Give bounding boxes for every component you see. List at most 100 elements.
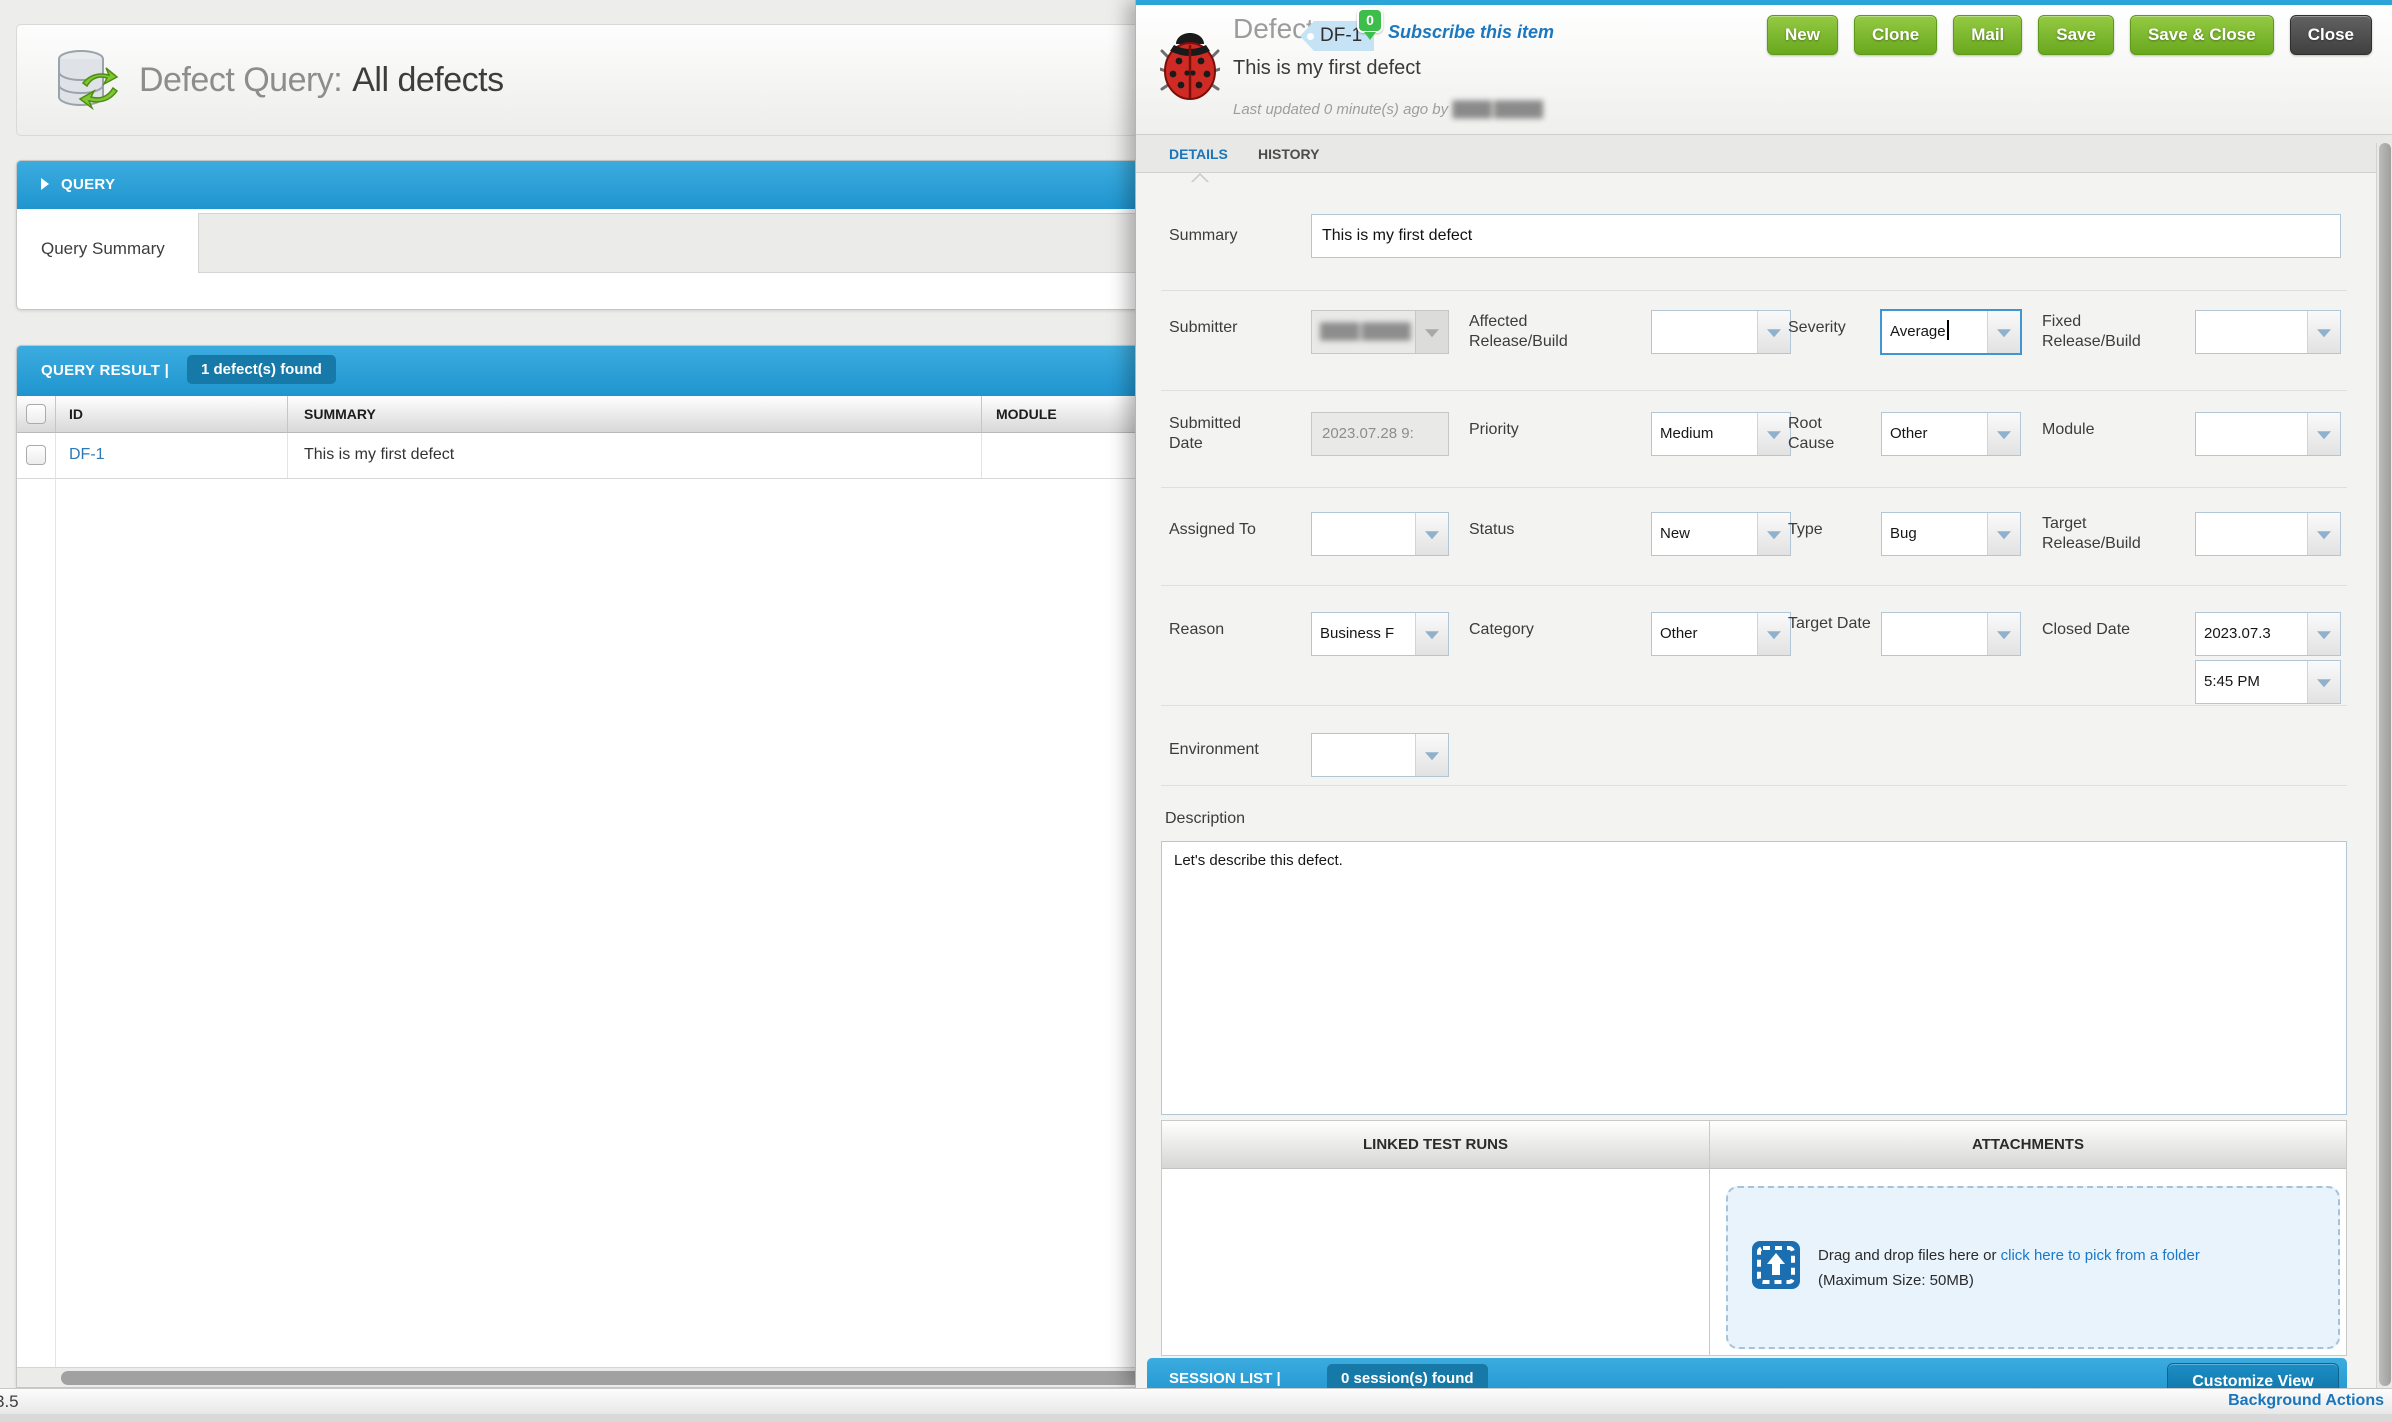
- version-text: 3.5: [0, 1392, 19, 1412]
- close-button[interactable]: Close: [2290, 15, 2372, 55]
- text-cursor: [1947, 320, 1949, 340]
- column-header-summary[interactable]: SUMMARY: [304, 406, 376, 422]
- description-textarea[interactable]: Let's describe this defect.: [1161, 841, 2347, 1115]
- dropdown-arrow-icon[interactable]: [1757, 311, 1790, 353]
- upload-icon: [1752, 1241, 1800, 1294]
- notification-count-pin[interactable]: 0: [1357, 8, 1383, 33]
- subscribe-link[interactable]: Subscribe this item: [1388, 22, 1554, 43]
- dropdown-arrow-icon[interactable]: [1415, 613, 1448, 655]
- dropdown-arrow-icon[interactable]: [1987, 311, 2020, 353]
- type-label: Type: [1788, 520, 1823, 540]
- root-cause-label: Root Cause: [1788, 414, 1868, 454]
- tab-details[interactable]: DETAILS: [1169, 146, 1228, 162]
- target-release-label: Target Release/Build: [2042, 514, 2182, 554]
- category-dropdown[interactable]: Other: [1651, 612, 1791, 656]
- submitter-label: Submitter: [1169, 318, 1237, 338]
- bottom-strip: [0, 1414, 2392, 1422]
- dropdown-arrow-icon[interactable]: [2307, 613, 2340, 655]
- select-all-checkbox[interactable]: [26, 404, 46, 424]
- clone-button[interactable]: Clone: [1854, 15, 1937, 55]
- summary-input[interactable]: This is my first defect: [1311, 214, 2341, 258]
- dropdown-arrow-icon[interactable]: [1757, 513, 1790, 555]
- query-panel-title: QUERY: [61, 176, 115, 193]
- dropdown-arrow-icon[interactable]: [2307, 413, 2340, 455]
- reason-dropdown[interactable]: Business F: [1311, 612, 1449, 656]
- column-header-module[interactable]: MODULE: [996, 406, 1057, 422]
- submitted-date-input: 2023.07.28 9:: [1311, 412, 1449, 456]
- assigned-to-label: Assigned To: [1169, 520, 1256, 540]
- attachment-dropzone[interactable]: Drag and drop files here or click here t…: [1726, 1186, 2340, 1349]
- status-bar: 3.5 Background Actions: [0, 1388, 2392, 1414]
- fixed-release-label: Fixed Release/Build: [2042, 312, 2182, 352]
- tab-history[interactable]: HISTORY: [1258, 146, 1319, 162]
- environment-label: Environment: [1169, 740, 1259, 760]
- closed-date-label: Closed Date: [2042, 620, 2172, 640]
- dropdown-arrow-icon[interactable]: [1987, 413, 2020, 455]
- new-button[interactable]: New: [1767, 15, 1838, 55]
- affected-release-label: Affected Release/Build: [1469, 312, 1629, 352]
- dropdown-arrow-icon[interactable]: [1987, 513, 2020, 555]
- type-dropdown[interactable]: Bug: [1881, 512, 2021, 556]
- summary-label: Summary: [1169, 226, 1237, 246]
- dropdown-arrow-icon[interactable]: [1415, 734, 1448, 776]
- attachments-header: ATTACHMENTS: [1710, 1121, 2346, 1169]
- target-release-dropdown[interactable]: [2195, 512, 2341, 556]
- artifact-type-label: Defect: [1233, 13, 1314, 45]
- vertical-scrollbar-thumb[interactable]: [2379, 143, 2391, 1386]
- save-button[interactable]: Save: [2038, 15, 2114, 55]
- affected-release-dropdown[interactable]: [1651, 310, 1791, 354]
- priority-dropdown[interactable]: Medium: [1651, 412, 1791, 456]
- category-label: Category: [1469, 620, 1534, 640]
- session-list-title: SESSION LIST |: [1169, 1370, 1281, 1387]
- row-checkbox[interactable]: [26, 445, 46, 465]
- target-date-dropdown[interactable]: [1881, 612, 2021, 656]
- closed-date-time-dropdown[interactable]: 5:45 PM: [2195, 660, 2341, 704]
- page-title: Defect Query:All defects: [139, 61, 504, 100]
- ladybug-defect-icon: [1160, 29, 1220, 106]
- save-and-close-button[interactable]: Save & Close: [2130, 15, 2274, 55]
- submitter-dropdown: ████ █████: [1311, 310, 1449, 354]
- dropdown-arrow-icon[interactable]: [1987, 613, 2020, 655]
- dropdown-arrow-icon[interactable]: [2307, 311, 2340, 353]
- closed-date-date-dropdown[interactable]: 2023.07.3: [2195, 612, 2341, 656]
- dropdown-arrow-icon: [1415, 311, 1448, 353]
- target-date-label: Target Date: [1788, 614, 1878, 634]
- updated-by-masked-name: ████ █████: [1452, 101, 1542, 118]
- detail-tabbar: DETAILS HISTORY: [1136, 135, 2392, 173]
- dropdown-arrow-icon[interactable]: [2307, 513, 2340, 555]
- fixed-release-dropdown[interactable]: [2195, 310, 2341, 354]
- session-list-header: SESSION LIST | 0 session(s) found Custom…: [1147, 1358, 2347, 1388]
- dropdown-arrow-icon[interactable]: [1757, 413, 1790, 455]
- toolbar: New Clone Mail Save Save & Close Close: [1767, 15, 2372, 55]
- module-dropdown[interactable]: [2195, 412, 2341, 456]
- page-title-value: All defects: [352, 61, 503, 99]
- submitted-date-label: Submitted Date: [1169, 414, 1279, 454]
- expand-arrow-icon: [41, 178, 55, 190]
- last-updated-text: Last updated 0 minute(s) ago by ████ ███…: [1233, 101, 1542, 118]
- pick-from-folder-link[interactable]: click here to pick from a folder: [2001, 1247, 2200, 1264]
- status-label: Status: [1469, 520, 1514, 540]
- defect-count-badge: 1 defect(s) found: [187, 355, 336, 384]
- root-cause-dropdown[interactable]: Other: [1881, 412, 2021, 456]
- query-summary-label: Query Summary: [41, 239, 165, 259]
- customize-view-button[interactable]: Customize View: [2167, 1363, 2339, 1388]
- defect-detail-panel: Defect DF-1 0 Subscribe this item This i…: [1135, 0, 2392, 1388]
- dropzone-text: Drag and drop files here or click here t…: [1818, 1243, 2200, 1293]
- query-result-title: QUERY RESULT |: [41, 362, 169, 379]
- environment-dropdown[interactable]: [1311, 733, 1449, 777]
- assigned-to-dropdown[interactable]: [1311, 512, 1449, 556]
- defect-query-database-icon: [51, 47, 127, 124]
- column-header-id[interactable]: ID: [69, 406, 83, 422]
- dropdown-arrow-icon[interactable]: [1415, 513, 1448, 555]
- background-actions-link[interactable]: Background Actions: [2228, 1392, 2384, 1410]
- dropdown-arrow-icon[interactable]: [1757, 613, 1790, 655]
- defect-summary-cell: This is my first defect: [304, 446, 454, 464]
- severity-dropdown[interactable]: Average: [1881, 310, 2021, 354]
- vertical-scrollbar[interactable]: [2376, 143, 2392, 1388]
- dropdown-arrow-icon[interactable]: [2307, 661, 2340, 703]
- status-dropdown[interactable]: New: [1651, 512, 1791, 556]
- description-label: Description: [1165, 810, 1245, 828]
- severity-label: Severity: [1788, 318, 1846, 338]
- defect-id-link[interactable]: DF-1: [69, 446, 105, 464]
- mail-button[interactable]: Mail: [1953, 15, 2022, 55]
